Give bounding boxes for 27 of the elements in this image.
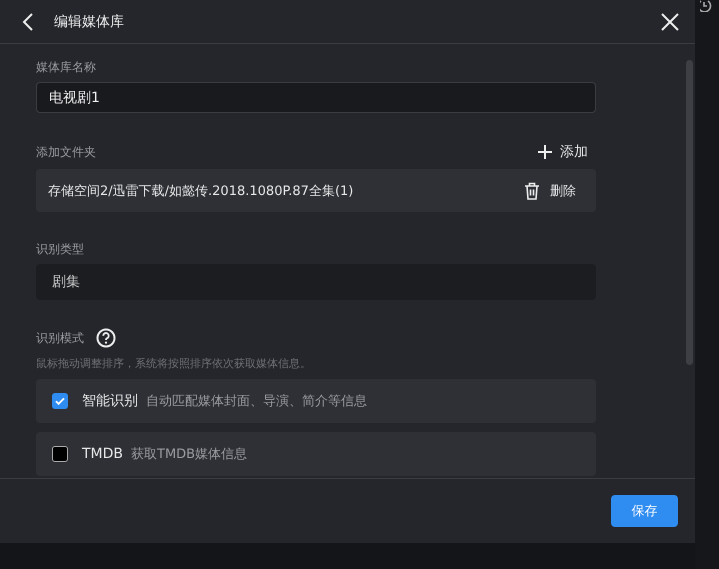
option-description: 自动匹配媒体封面、导演、简介等信息 xyxy=(146,393,367,410)
checkbox[interactable] xyxy=(52,446,68,462)
folder-path: 存储空间2/迅雷下载/如懿传.2018.1080P.87全集(1) xyxy=(48,182,354,200)
input-field[interactable]: 电视剧1 xyxy=(36,82,596,113)
hint-text: 鼠标拖动调整排序，系统将按照排序依次获取媒体信息。 xyxy=(36,356,312,371)
option-name: 智能识别 xyxy=(82,392,138,410)
trash-icon xyxy=(524,182,540,200)
option-name: TMDB xyxy=(82,446,124,462)
field-label: 添加文件夹 xyxy=(36,144,96,161)
field-label: 识别模式 xyxy=(36,330,84,347)
close-icon[interactable] xyxy=(661,12,679,30)
scrollbar[interactable] xyxy=(686,60,693,365)
clock-icon[interactable] xyxy=(700,0,712,12)
field-label: 媒体库名称 xyxy=(36,59,97,76)
checkmark-icon xyxy=(54,395,66,407)
add-button[interactable]: 添加 xyxy=(538,143,596,161)
field-label: 识别类型 xyxy=(36,241,85,258)
option-row[interactable]: 智能识别 自动匹配媒体封面、导演、简介等信息 xyxy=(36,379,596,423)
option-description: 获取TMDB媒体信息 xyxy=(131,446,248,463)
checkbox[interactable] xyxy=(52,393,68,409)
help-icon[interactable] xyxy=(96,328,116,348)
dialog-title: 编辑媒体库 xyxy=(54,12,125,30)
select-field[interactable]: 剧集 xyxy=(36,264,596,300)
back-icon[interactable] xyxy=(22,12,34,30)
delete-button[interactable]: 删除 xyxy=(524,182,584,200)
option-row[interactable]: TMDB 获取TMDB媒体信息 xyxy=(36,432,596,476)
plus-icon xyxy=(538,145,552,159)
